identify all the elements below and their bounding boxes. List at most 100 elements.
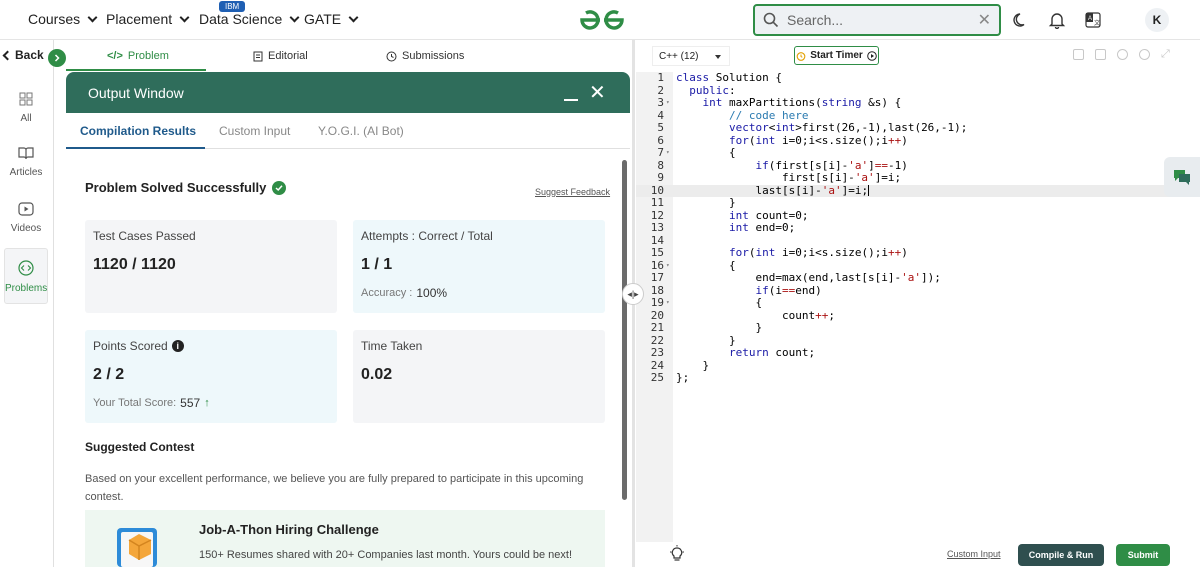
code-line[interactable]: 11 } bbox=[636, 196, 1200, 210]
start-timer-button[interactable]: Start Timer bbox=[794, 46, 879, 65]
suggested-contest-text: Based on your excellent performance, we … bbox=[85, 473, 584, 503]
code-line[interactable]: 21 } bbox=[636, 321, 1200, 335]
gfg-logo[interactable] bbox=[578, 8, 626, 32]
minimize-icon[interactable] bbox=[564, 99, 578, 101]
attempts-card: Attempts : Correct / Total 1 / 1 Accurac… bbox=[353, 220, 605, 313]
reset-icon[interactable] bbox=[1139, 49, 1150, 60]
copy-icon[interactable] bbox=[1073, 49, 1084, 60]
nav-data-science[interactable]: Data Science bbox=[199, 11, 300, 27]
code-line[interactable]: 7 ▾ { bbox=[636, 146, 1200, 160]
sidebar-item-all[interactable]: All bbox=[4, 92, 48, 124]
lightbulb-icon[interactable] bbox=[669, 545, 685, 563]
chevron-right-icon bbox=[54, 54, 60, 62]
code-text: first[s[i]-'a']=i; bbox=[676, 171, 902, 184]
compile-run-button[interactable]: Compile & Run bbox=[1018, 544, 1104, 566]
scrollbar[interactable] bbox=[622, 160, 627, 500]
bell-icon[interactable] bbox=[1046, 9, 1068, 31]
code-text: return count; bbox=[728, 346, 816, 359]
active-tab-underline bbox=[66, 147, 205, 149]
contest-title: Job-A-Thon Hiring Challenge bbox=[199, 522, 379, 537]
search-bar[interactable]: Search... ✕ bbox=[753, 4, 1001, 36]
sidebar-item-articles[interactable]: Articles bbox=[4, 146, 48, 178]
clock-icon bbox=[386, 51, 397, 61]
tab-editorial-label: Editorial bbox=[268, 50, 308, 62]
suggest-feedback-link[interactable]: Suggest Feedback bbox=[535, 187, 610, 197]
code-editor[interactable]: 1 class Solution {2 public: 3 ▾ int maxPart… bbox=[636, 71, 1200, 385]
chevron-down-icon bbox=[348, 12, 359, 22]
grid-icon bbox=[19, 92, 33, 106]
chat-button[interactable] bbox=[1164, 157, 1200, 197]
sidebar-item-problems[interactable]: Problems bbox=[4, 248, 48, 304]
code-line[interactable]: 9 first[s[i]-'a']=i; bbox=[636, 171, 1200, 185]
back-arrow-icon bbox=[2, 50, 13, 60]
accuracy-value: 100% bbox=[416, 286, 448, 300]
output-window-header: Output Window ✕ bbox=[66, 72, 630, 113]
check-circle-icon bbox=[272, 180, 287, 195]
code-line[interactable]: 15 for(int i=0;i<s.size();i++) bbox=[636, 246, 1200, 260]
tab-compilation-results[interactable]: Compilation Results bbox=[80, 124, 196, 138]
line-number: 3 bbox=[657, 96, 664, 109]
document-icon bbox=[253, 51, 263, 61]
card-value: 1 / 1 bbox=[361, 256, 393, 273]
play-icon bbox=[18, 202, 34, 216]
card-value: 0.02 bbox=[361, 366, 393, 383]
fold-arrow-icon[interactable]: ▾ bbox=[666, 97, 670, 110]
close-icon[interactable]: ✕ bbox=[589, 83, 606, 103]
card-value: 1120 / 1120 bbox=[93, 256, 176, 273]
nav-placement[interactable]: Placement bbox=[106, 11, 190, 27]
submit-button[interactable]: Submit bbox=[1116, 544, 1170, 566]
status-heading: Problem Solved Successfully bbox=[85, 180, 287, 195]
caret-down-icon bbox=[715, 55, 721, 59]
avatar[interactable]: K bbox=[1145, 8, 1169, 32]
dark-mode-icon[interactable] bbox=[1010, 9, 1032, 31]
points-card: Points Scored i 2 / 2 Your Total Score: 55… bbox=[85, 330, 337, 423]
contest-card[interactable]: Job-A-Thon Hiring Challenge 150+ Resumes… bbox=[85, 510, 605, 567]
status-text: Problem Solved Successfully bbox=[85, 180, 267, 195]
code-line[interactable]: 13 int end=0; bbox=[636, 221, 1200, 235]
nav-gate[interactable]: GATE bbox=[304, 11, 359, 27]
tab-custom-input[interactable]: Custom Input bbox=[219, 124, 290, 138]
tab-problem[interactable]: </> Problem bbox=[107, 50, 169, 62]
collapse-sidebar-button[interactable] bbox=[48, 49, 66, 67]
code-line[interactable]: 5 vector<int>first(26,-1),last(26,-1); bbox=[636, 121, 1200, 135]
code-line[interactable]: 23 return count; bbox=[636, 346, 1200, 360]
card-value: 2 / 2 bbox=[93, 366, 125, 383]
tab-editorial[interactable]: Editorial bbox=[253, 50, 308, 62]
svg-text:A: A bbox=[1088, 16, 1092, 22]
paste-icon[interactable] bbox=[1095, 49, 1106, 60]
code-brackets-icon: </> bbox=[107, 50, 123, 62]
resize-handle-icon[interactable]: ◂|▸ bbox=[622, 283, 644, 305]
settings-icon[interactable] bbox=[1117, 49, 1128, 60]
search-input[interactable]: Search... bbox=[787, 12, 978, 28]
accuracy-row: Accuracy :100% bbox=[361, 286, 597, 300]
chevron-down-icon bbox=[289, 12, 300, 22]
back-label: Back bbox=[15, 48, 44, 62]
play-circle-icon bbox=[867, 50, 877, 61]
card-title: Points Scored bbox=[93, 339, 168, 353]
language-select[interactable]: C++ (12) bbox=[652, 46, 730, 66]
code-line[interactable]: 24 } bbox=[636, 359, 1200, 373]
code-line[interactable]: 25}; bbox=[636, 371, 1200, 385]
nav-data-science-label: Data Science bbox=[199, 11, 283, 27]
test-cases-card: Test Cases Passed 1120 / 1120 bbox=[85, 220, 337, 313]
tab-problem-label: Problem bbox=[127, 50, 169, 62]
translate-icon[interactable]: A文 bbox=[1082, 9, 1104, 31]
sidebar-item-videos[interactable]: Videos bbox=[4, 202, 48, 234]
sidebar-item-label: Problems bbox=[5, 283, 48, 294]
custom-input-link[interactable]: Custom Input bbox=[947, 549, 1001, 559]
tab-yogi-ai-bot[interactable]: Y.O.G.I. (AI Bot) bbox=[318, 124, 404, 138]
fold-arrow-icon[interactable]: ▾ bbox=[666, 297, 670, 310]
code-line[interactable]: 17 end=max(end,last[s[i]-'a']); bbox=[636, 271, 1200, 285]
tab-submissions[interactable]: Submissions bbox=[386, 50, 464, 62]
fold-arrow-icon[interactable]: ▾ bbox=[666, 260, 670, 273]
nav-courses[interactable]: Courses bbox=[28, 11, 98, 27]
card-title: Attempts : Correct / Total bbox=[361, 229, 493, 243]
fullscreen-icon[interactable]: ⤢ bbox=[1161, 49, 1172, 60]
code-line[interactable]: 19 ▾ { bbox=[636, 296, 1200, 310]
back-button[interactable]: Back bbox=[2, 48, 44, 62]
clear-search-icon[interactable]: ✕ bbox=[978, 10, 991, 30]
fold-arrow-icon[interactable]: ▾ bbox=[666, 147, 670, 160]
language-value: C++ (12) bbox=[659, 50, 699, 62]
info-icon[interactable]: i bbox=[171, 340, 184, 352]
total-score-value: 557 bbox=[180, 396, 201, 410]
